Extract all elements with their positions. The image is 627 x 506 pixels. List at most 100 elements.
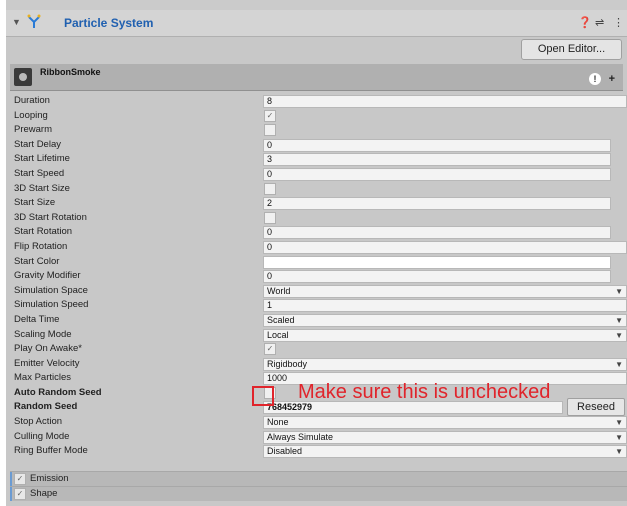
field-value: None (267, 417, 289, 428)
row-scaling-mode: Scaling Mode Local ▼ (10, 328, 627, 343)
shape-checkbox[interactable]: ✓ (14, 488, 26, 500)
section-edge (10, 487, 12, 501)
field-value: Rigidbody (267, 358, 308, 369)
row-looping: Looping ✓ (10, 109, 627, 124)
field-value: 0 (267, 227, 273, 238)
gravity-modifier-input[interactable]: 0▼ (263, 270, 611, 284)
reseed-button[interactable]: Reseed (567, 398, 625, 417)
section-shape[interactable]: ✓ Shape (10, 486, 627, 501)
field-value: 0 (267, 168, 273, 179)
warning-icon[interactable]: ! (589, 73, 601, 85)
scaling-mode-select[interactable]: Local ▼ (263, 328, 627, 342)
row-emitter-velocity: Emitter Velocity Rigidbody ▼ (10, 357, 627, 372)
open-editor-button[interactable]: Open Editor... (521, 39, 622, 60)
field-label: Simulation Space (14, 284, 88, 296)
chevron-down-icon: ▼ (615, 432, 623, 442)
field-label: Emitter Velocity (14, 357, 80, 369)
section-edge (10, 472, 12, 486)
field-label: Duration (14, 95, 50, 106)
field-label: Start Rotation (14, 226, 73, 238)
field-value: 3 (267, 154, 273, 165)
field-label: Simulation Speed (14, 299, 89, 311)
field-label: 3D Start Size (14, 182, 70, 194)
row-ring-buffer-mode: Ring Buffer Mode Disabled ▼ (10, 444, 627, 459)
emission-checkbox[interactable]: ✓ (14, 473, 26, 485)
field-label: Random Seed (14, 401, 78, 413)
culling-mode-select[interactable]: Always Simulate ▼ (263, 430, 627, 444)
row-start-speed: Start Speed 0▼ (10, 167, 627, 182)
module-header[interactable]: RibbonSmoke ! + (10, 64, 623, 91)
field-label: Looping (14, 109, 48, 121)
field-label: Start Color (14, 255, 60, 267)
field-value: Scaled (267, 314, 295, 325)
row-start-color: Start Color ▼ (10, 255, 627, 270)
section-label: Emission (30, 473, 69, 484)
delta-time-select[interactable]: Scaled ▼ (263, 313, 627, 327)
chevron-down-icon: ▼ (615, 359, 623, 369)
row-stop-action: Stop Action None ▼ (10, 415, 627, 430)
row-start-rotation: Start Rotation 0▼ (10, 225, 627, 240)
start-delay-input[interactable]: 0▼ (263, 138, 611, 152)
field-label: Max Particles (14, 372, 72, 384)
looping-checkbox[interactable]: ✓ (264, 109, 276, 122)
chevron-down-icon: ▼ (615, 286, 623, 296)
start-color-swatch[interactable]: ▼ (263, 255, 611, 269)
row-start-lifetime: Start Lifetime 3▼ (10, 152, 627, 167)
component-title: Particle System (64, 16, 154, 30)
component-header[interactable]: ▼ Particle System ❓ ⇌ ⋮ (6, 10, 627, 37)
3d-start-rotation-checkbox[interactable] (264, 211, 276, 224)
prewarm-checkbox[interactable] (264, 124, 276, 137)
chevron-down-icon: ▼ (615, 330, 623, 340)
field-label: 3D Start Rotation (14, 211, 87, 223)
start-lifetime-input[interactable]: 3▼ (263, 153, 611, 167)
module-name: RibbonSmoke (40, 67, 101, 77)
row-3d-start-rotation: 3D Start Rotation (10, 211, 627, 226)
field-value: Always Simulate (267, 431, 334, 442)
start-speed-input[interactable]: 0▼ (263, 167, 611, 181)
field-label: Start Speed (14, 167, 65, 179)
top-strip (6, 0, 627, 10)
emitter-velocity-select[interactable]: Rigidbody ▼ (263, 357, 627, 371)
ring-buffer-mode-select[interactable]: Disabled ▼ (263, 445, 627, 459)
kebab-menu-icon[interactable]: ⋮ (613, 16, 624, 29)
3d-start-size-checkbox[interactable] (264, 182, 276, 195)
row-simulation-speed: Simulation Speed 1 (10, 298, 627, 313)
chevron-down-icon: ▼ (615, 315, 623, 325)
fold-arrow-icon[interactable]: ▼ (12, 17, 21, 27)
row-start-delay: Start Delay 0▼ (10, 138, 627, 153)
start-rotation-input[interactable]: 0▼ (263, 226, 611, 240)
field-label: Start Size (14, 197, 56, 209)
start-size-input[interactable]: 2▼ (263, 197, 611, 211)
flip-rotation-input[interactable]: 0 (263, 240, 627, 254)
field-label: Play On Awake* (14, 343, 82, 355)
add-module-icon[interactable]: + (609, 73, 615, 85)
duration-input[interactable]: 8 (263, 95, 627, 108)
section-emission[interactable]: ✓ Emission (10, 471, 627, 486)
sliders-icon[interactable]: ⇌ (595, 16, 604, 29)
stop-action-select[interactable]: None ▼ (263, 416, 627, 430)
field-label: Culling Mode (14, 430, 70, 442)
annotation-text: Make sure this is unchecked (298, 381, 551, 403)
play-on-awake-checkbox[interactable]: ✓ (264, 343, 276, 356)
question-circle-icon[interactable]: ❓ (578, 16, 592, 29)
field-value: World (267, 285, 291, 296)
annotation-highlight-box (252, 386, 274, 406)
simulation-space-select[interactable]: World ▼ (263, 284, 627, 298)
field-label: Start Delay (14, 138, 61, 150)
row-delta-time: Delta Time Scaled ▼ (10, 313, 627, 328)
editor-row: Open Editor... (6, 37, 627, 61)
field-label: Delta Time (14, 313, 60, 325)
field-label: Prewarm (14, 124, 53, 136)
field-value: 0 (267, 271, 273, 282)
row-simulation-space: Simulation Space World ▼ (10, 284, 627, 299)
row-3d-start-size: 3D Start Size (10, 182, 627, 197)
section-label: Shape (30, 488, 58, 499)
field-label: Scaling Mode (14, 328, 72, 340)
chevron-down-icon: ▼ (615, 447, 623, 457)
field-value: 0 (267, 139, 273, 150)
field-value: Local (267, 329, 289, 340)
field-label: Start Lifetime (14, 153, 70, 165)
simulation-speed-input[interactable]: 1 (263, 299, 627, 313)
row-prewarm: Prewarm (10, 123, 627, 138)
row-culling-mode: Culling Mode Always Simulate ▼ (10, 430, 627, 445)
